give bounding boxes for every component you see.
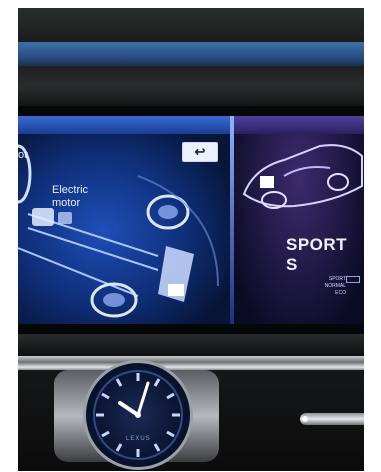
lower-bezel: [18, 334, 364, 356]
dashboard-leather: [18, 66, 364, 106]
clock-brand: LEXUS: [126, 436, 151, 442]
clock-dial: [93, 370, 183, 460]
knob-indicator-icon: [302, 416, 308, 422]
screen-header-right: [234, 116, 364, 134]
infotainment-screen: or Electric motor ↩: [18, 116, 364, 324]
photo-frame: or Electric motor ↩ SPORT S SPORT NORMAL…: [18, 8, 364, 471]
chrome-trim: [18, 356, 364, 370]
ambient-light-strip: [18, 42, 364, 66]
drive-mode-item: NORMAL: [324, 283, 346, 289]
drive-mode-list: SPORT NORMAL ECO: [318, 276, 346, 297]
dashboard-top: [18, 8, 364, 42]
return-arrow-icon: ↩: [194, 144, 206, 159]
screen-header-left: [18, 116, 230, 134]
car-outline-icon: [242, 144, 363, 209]
drive-mode-item: SPORT: [328, 276, 346, 282]
drive-mode-title: SPORT S: [286, 235, 348, 274]
vent-control-knob[interactable]: [300, 413, 364, 425]
drive-mode-selector: [346, 276, 360, 283]
drivetrain-label-partial: or: [18, 149, 28, 161]
back-button[interactable]: ↩: [182, 142, 218, 162]
drive-mode-item: ECO: [335, 290, 346, 296]
analog-clock-icon: [83, 360, 193, 470]
electric-motor-label: Electric motor: [52, 184, 89, 209]
